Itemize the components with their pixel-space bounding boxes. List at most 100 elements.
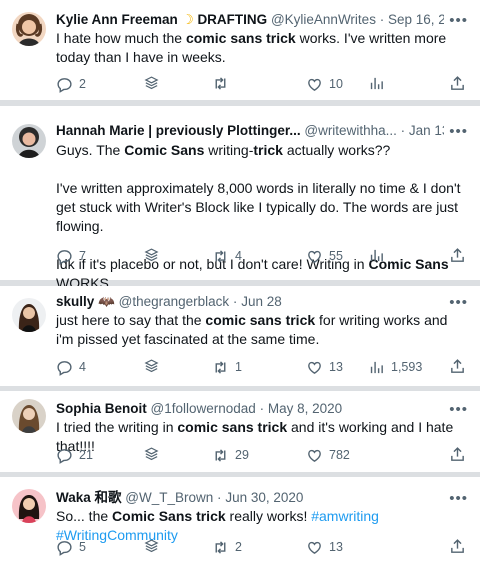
heart-icon	[308, 78, 321, 91]
tweet-card[interactable]: skully 🦇 @thegrangerblack · Jun 28 ••• j…	[0, 286, 480, 386]
heart-icon	[308, 250, 321, 263]
more-icon[interactable]: •••	[449, 491, 468, 506]
avatar[interactable]	[12, 12, 46, 46]
like-button[interactable]: 10	[306, 75, 343, 93]
tweet-text: Guys. The Comic Sans writing-trick actua…	[56, 142, 461, 291]
more-icon[interactable]: •••	[449, 124, 468, 139]
reply-count: 2	[79, 77, 86, 91]
retweet-button[interactable]: 1	[212, 358, 242, 376]
retweet-icon	[215, 360, 226, 374]
retweet-icon	[215, 448, 226, 462]
retweet-button[interactable]: 2	[212, 538, 242, 556]
tweet-date[interactable]: Jan 13, 2019	[409, 123, 444, 138]
views-icon	[370, 77, 383, 90]
avatar[interactable]	[12, 399, 46, 433]
tweet-date[interactable]: Jun 30, 2020	[225, 490, 303, 505]
user-name[interactable]: Sophia Benoit	[56, 401, 147, 416]
like-button[interactable]: 13	[306, 358, 343, 376]
views-icon	[370, 249, 383, 262]
like-button[interactable]: 13	[306, 538, 343, 556]
like-button[interactable]: 55	[306, 247, 343, 265]
layers-button[interactable]	[143, 247, 160, 264]
user-name-suffix[interactable]: DRAFTING	[197, 12, 267, 27]
share-icon	[451, 359, 464, 373]
retweet-count: 2	[235, 540, 242, 554]
more-icon[interactable]: •••	[449, 13, 468, 28]
user-name[interactable]: skully	[56, 294, 94, 309]
like-count: 13	[329, 360, 343, 374]
user-handle[interactable]: @thegrangerblack	[119, 294, 230, 309]
hashtag-link[interactable]: #amwriting	[311, 508, 379, 524]
share-button[interactable]	[449, 538, 466, 555]
share-icon	[451, 248, 464, 262]
tweet-actions: 5 2 13	[56, 538, 466, 556]
tweet-card[interactable]: Waka 和歌 @W_T_Brown · Jun 30, 2020 ••• So…	[0, 477, 480, 568]
tweet-card[interactable]: Hannah Marie | previously Plottinger... …	[0, 106, 480, 291]
reply-count: 5	[79, 540, 86, 554]
like-count: 10	[329, 77, 343, 91]
separator-dot: ·	[232, 294, 238, 309]
retweet-count: 4	[235, 249, 242, 263]
reply-button[interactable]: 5	[56, 538, 86, 556]
more-icon[interactable]: •••	[449, 402, 468, 417]
share-icon	[451, 447, 464, 461]
user-handle[interactable]: @KylieAnnWrites	[271, 12, 376, 27]
share-button[interactable]	[449, 446, 466, 463]
retweet-count: 1	[235, 360, 242, 374]
heart-icon	[308, 449, 321, 462]
tweet-date[interactable]: May 8, 2020	[268, 401, 342, 416]
user-name[interactable]: Kylie Ann Freeman	[56, 12, 178, 27]
layers-button[interactable]	[143, 446, 160, 463]
reply-icon	[57, 77, 72, 93]
separator-dot: ·	[259, 401, 265, 416]
views-icon	[370, 361, 383, 373]
layers-icon	[144, 539, 159, 553]
tweet-card[interactable]: Sophia Benoit @1followernodad · May 8, 2…	[0, 391, 480, 472]
like-button[interactable]: 782	[306, 446, 350, 464]
retweet-button[interactable]: 29	[212, 446, 249, 464]
retweet-icon	[215, 540, 226, 554]
reply-icon	[57, 540, 72, 556]
tweet-actions: 4 1 13 1,593	[56, 358, 466, 376]
reply-button[interactable]: 7	[56, 247, 86, 265]
layers-icon	[144, 76, 159, 90]
tweet-card[interactable]: Kylie Ann Freeman ☽ DRAFTING @KylieAnnWr…	[0, 0, 480, 100]
tweet-date[interactable]: Sep 16, 2021	[388, 12, 444, 27]
tweet-text: I hate how much the comic sans trick wor…	[56, 30, 447, 65]
views-count: 1,593	[391, 360, 423, 374]
retweet-button[interactable]: 4	[212, 247, 242, 265]
retweet-icon	[215, 249, 226, 263]
avatar[interactable]	[12, 124, 46, 158]
views-button[interactable]	[368, 247, 391, 264]
reply-button[interactable]: 2	[56, 75, 86, 93]
avatar[interactable]	[12, 298, 46, 332]
reply-icon	[57, 249, 72, 265]
share-button[interactable]	[449, 247, 466, 264]
layers-icon	[144, 447, 159, 461]
retweet-icon	[215, 77, 226, 90]
reply-button[interactable]: 4	[56, 358, 86, 376]
share-button[interactable]	[449, 358, 466, 375]
views-button[interactable]	[368, 75, 391, 92]
user-name[interactable]: Hannah Marie | previously Plottinger...	[56, 123, 301, 138]
tweet-date[interactable]: Jun 28	[241, 294, 282, 309]
tweet-actions: 7 4 55	[56, 247, 466, 265]
user-handle[interactable]: @W_T_Brown	[125, 490, 213, 505]
share-button[interactable]	[449, 75, 466, 92]
share-icon	[451, 76, 464, 90]
layers-button[interactable]	[143, 358, 160, 375]
layers-button[interactable]	[143, 75, 160, 92]
user-handle[interactable]: @1followernodad	[151, 401, 256, 416]
share-icon	[451, 539, 464, 553]
reply-button[interactable]: 21	[56, 446, 93, 464]
layers-icon	[144, 359, 159, 373]
user-name[interactable]: Waka 和歌	[56, 490, 122, 505]
more-icon[interactable]: •••	[449, 295, 468, 310]
user-handle[interactable]: @writewithha...	[304, 123, 396, 138]
avatar[interactable]	[12, 489, 46, 523]
like-count: 782	[329, 448, 350, 462]
views-button[interactable]: 1,593	[368, 358, 422, 376]
retweet-button[interactable]	[212, 75, 235, 92]
layers-button[interactable]	[143, 538, 160, 555]
tweet-actions: 2 10	[56, 75, 466, 93]
